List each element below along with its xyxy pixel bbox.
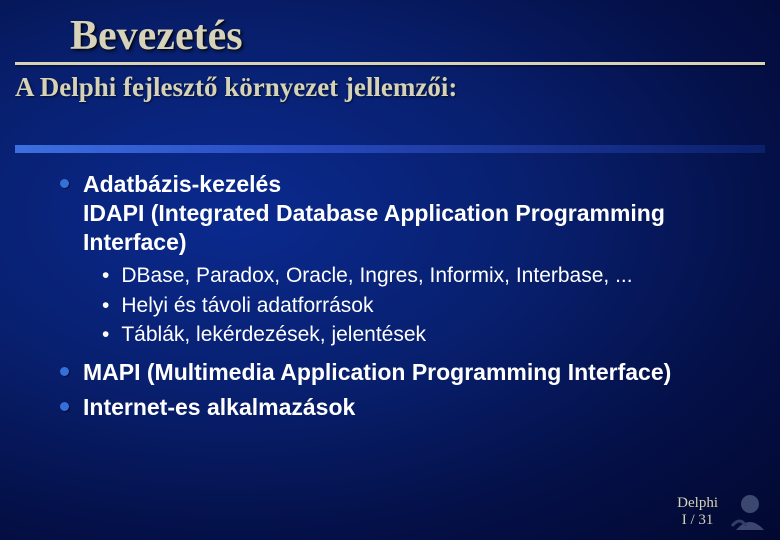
- footer-line1: Delphi: [677, 495, 718, 512]
- slide-title: Bevezetés: [70, 12, 243, 60]
- sub-bullet-text: DBase, Paradox, Oracle, Ingres, Informix…: [121, 262, 632, 289]
- bullet-item: MAPI (Multimedia Application Programming…: [60, 358, 750, 387]
- bullet-dot-icon: [60, 179, 69, 188]
- bullet-label: Adatbázis-kezelés IDAPI (Integrated Data…: [83, 171, 665, 255]
- slide-subtitle: A Delphi fejlesztő környezet jellemzői:: [15, 72, 457, 103]
- bullet-text: Adatbázis-kezelés IDAPI (Integrated Data…: [83, 170, 750, 256]
- slide: Bevezetés A Delphi fejlesztő környezet j…: [0, 0, 780, 540]
- bullet-dot-icon: [60, 367, 69, 376]
- sub-bullet-mark-icon: •: [102, 321, 109, 348]
- sub-bullet-text: Helyi és távoli adatforrások: [121, 292, 373, 319]
- sub-bullet-item: • Táblák, lekérdezések, jelentések: [102, 321, 750, 348]
- title-underline: [15, 62, 765, 65]
- ornament-icon: [726, 486, 774, 534]
- sub-list: • DBase, Paradox, Oracle, Ingres, Inform…: [102, 262, 750, 348]
- footer-line2: I / 31: [677, 512, 718, 529]
- bullet-text: MAPI (Multimedia Application Programming…: [83, 358, 671, 387]
- sub-bullet-item: • DBase, Paradox, Oracle, Ingres, Inform…: [102, 262, 750, 289]
- bullet-dot-icon: [60, 402, 69, 411]
- sub-bullet-mark-icon: •: [102, 262, 109, 289]
- content-area: Adatbázis-kezelés IDAPI (Integrated Data…: [60, 170, 750, 428]
- sub-bullet-text: Táblák, lekérdezések, jelentések: [121, 321, 426, 348]
- sub-bullet-mark-icon: •: [102, 292, 109, 319]
- sub-bullet-item: • Helyi és távoli adatforrások: [102, 292, 750, 319]
- bullet-text: Internet-es alkalmazások: [83, 393, 355, 422]
- footer: Delphi I / 31: [677, 495, 718, 528]
- bullet-item: Adatbázis-kezelés IDAPI (Integrated Data…: [60, 170, 750, 256]
- gradient-bar: [15, 145, 765, 153]
- bullet-item: Internet-es alkalmazások: [60, 393, 750, 422]
